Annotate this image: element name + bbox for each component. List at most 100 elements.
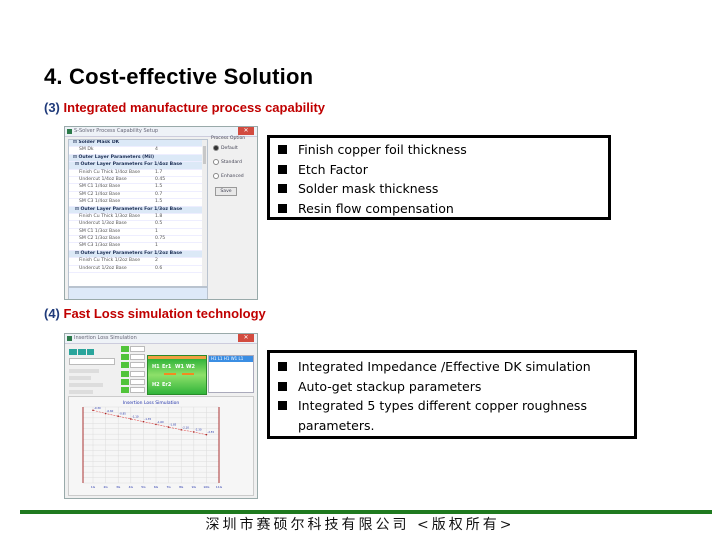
grid-value[interactable]: 0.6 xyxy=(155,266,162,272)
square-bullet-icon xyxy=(278,203,287,213)
grid-value[interactable]: 1.5 xyxy=(155,199,162,205)
option-enhanced[interactable]: Enhanced xyxy=(213,173,245,179)
grid-key: SM Dk xyxy=(79,147,94,153)
grid-key: SM C2 1/3oz Base xyxy=(79,236,121,242)
property-grid[interactable]: ⊟ Solder Mask DK SM Dk 4 ⊟ Outer Layer Para… xyxy=(68,139,208,287)
model-chip[interactable] xyxy=(69,349,77,355)
grid-row[interactable]: SM C3 1/4oz Base 1.5 xyxy=(69,199,207,207)
param-tag xyxy=(121,354,129,361)
stack-label: Er2 xyxy=(162,382,172,388)
grid-value[interactable]: 0.45 xyxy=(155,177,165,183)
grid-value[interactable]: 0.7 xyxy=(155,192,162,198)
x-tick-label: 3G xyxy=(116,485,121,489)
process-option-group: Process Option Default Standard Enhanced… xyxy=(211,136,245,196)
app-icon xyxy=(67,336,72,341)
window-title: Insertion Loss Simulation xyxy=(74,335,137,341)
option-label: Enhanced xyxy=(221,173,244,179)
loss-point-label: -2.30 xyxy=(195,427,202,431)
square-bullet-icon xyxy=(278,362,287,371)
save-button[interactable]: Save xyxy=(215,187,237,196)
grid-key: SM C3 1/4oz Base xyxy=(79,199,121,205)
param-input[interactable] xyxy=(130,370,145,377)
grid-row[interactable]: Finish Cu Thick 1/2oz Base 2 xyxy=(69,258,207,266)
square-bullet-icon xyxy=(278,401,287,410)
grid-key: SM C2 1/4oz Base xyxy=(79,191,121,197)
grid-value[interactable]: 2 xyxy=(155,258,158,264)
grid-group-row[interactable]: ⊟ Outer Layer Parameters For 1/4oz Base xyxy=(69,162,207,170)
grid-row[interactable]: SM C1 1/3oz Base 1 xyxy=(69,228,207,237)
section3-heading: (3) Integrated manufacture process capab… xyxy=(44,100,325,115)
radio-icon[interactable] xyxy=(213,159,219,165)
grid-value[interactable]: 1.5 xyxy=(155,184,162,190)
section3-title: Integrated manufacture process capabilit… xyxy=(63,100,326,115)
grid-key: Undercut 1/2oz Base xyxy=(79,265,127,271)
grid-key: ⊟ Solder Mask DK xyxy=(73,140,120,145)
grid-key: Finish Cu Thick 1/4oz Base xyxy=(79,169,141,175)
grid-value[interactable]: 0.75 xyxy=(155,236,165,242)
param-input[interactable] xyxy=(130,386,145,393)
stack-label: Er1 xyxy=(162,364,172,370)
grid-value[interactable]: 1.8 xyxy=(155,214,162,220)
param-input[interactable] xyxy=(130,378,145,385)
close-icon[interactable]: ✕ xyxy=(238,334,254,342)
section4-bullet-box: Integrated Impedance /Effective DK simul… xyxy=(267,350,637,439)
option-default[interactable]: Default xyxy=(213,145,245,151)
grid-group-row[interactable]: ⊟ Outer Layer Parameters For 1/3oz Base xyxy=(69,206,207,214)
result-item[interactable]: H1 L1 H1 W1 L1 xyxy=(209,356,253,362)
scroll-thumb[interactable] xyxy=(203,146,206,164)
grid-row[interactable]: SM C1 1/4oz Base 1.5 xyxy=(69,184,207,192)
loss-series-line xyxy=(92,409,207,435)
square-bullet-icon xyxy=(278,381,287,391)
radio-icon[interactable] xyxy=(213,173,219,179)
loss-point-label: -1.10 xyxy=(132,414,139,418)
param-input[interactable] xyxy=(130,346,145,352)
model-chip[interactable] xyxy=(86,349,95,355)
param-input[interactable] xyxy=(130,354,145,361)
process-capability-screenshot: S-Solver Process Capability Setup ✕ ⊟ So… xyxy=(64,126,258,300)
x-tick-label: 5G xyxy=(141,485,146,489)
grid-row[interactable]: SM Dk 4 xyxy=(69,147,207,155)
process-option-label: Process Option xyxy=(211,136,246,141)
option-row[interactable] xyxy=(69,383,103,387)
section3-bullet-box: Finish copper foil thickness Etch Factor… xyxy=(267,135,611,220)
grid-row[interactable]: Undercut 1/3oz Base 0.5 xyxy=(69,221,207,229)
option-row[interactable] xyxy=(69,376,91,380)
loss-point-label: -1.85 xyxy=(170,423,177,427)
option-standard[interactable]: Standard xyxy=(213,159,245,165)
grid-key: Undercut 1/3oz Base xyxy=(79,221,127,227)
grid-key: ⊟ Outer Layer Parameters For 1/2oz Base xyxy=(75,250,183,256)
grid-value[interactable]: 4 xyxy=(155,147,158,153)
radio-icon[interactable] xyxy=(213,145,219,151)
option-row[interactable] xyxy=(69,369,99,373)
grid-row[interactable]: SM C3 1/3oz Base 1 xyxy=(69,243,207,251)
grid-row[interactable]: Finish Cu Thick 1/4oz Base 1.7 xyxy=(69,170,207,177)
grid-value[interactable]: 1.7 xyxy=(155,170,162,176)
window-title: S-Solver Process Capability Setup xyxy=(74,128,159,134)
grid-value[interactable]: 1 xyxy=(155,229,158,235)
stack-label: W2 xyxy=(186,364,195,370)
grid-row[interactable]: Undercut 1/2oz Base 0.6 xyxy=(69,265,207,274)
param-tag xyxy=(121,362,129,369)
loss-point-label: -1.35 xyxy=(144,417,151,421)
grid-key: SM C1 1/3oz Base xyxy=(79,228,121,234)
grid-key: Finish Cu Thick 1/2oz Base xyxy=(79,258,141,264)
x-tick-label: 7G xyxy=(166,485,171,489)
grid-value[interactable]: 0.5 xyxy=(155,221,162,227)
trace-shape xyxy=(164,373,176,375)
model-chip[interactable] xyxy=(77,349,86,355)
x-tick-label: 9G xyxy=(192,485,197,489)
grid-scrollbar[interactable] xyxy=(202,140,207,286)
option-row[interactable] xyxy=(69,390,93,394)
param-input[interactable] xyxy=(130,362,145,369)
unit-select[interactable] xyxy=(69,358,115,365)
x-tick-label: 6G xyxy=(154,485,159,489)
bullet-text: Integrated 5 types different copper roug… xyxy=(298,398,587,433)
grid-value[interactable]: 1 xyxy=(155,243,158,249)
section4-number: (4) xyxy=(44,306,60,321)
bullet-text: Etch Factor xyxy=(298,161,368,177)
x-tick-label: 2G xyxy=(103,485,108,489)
grid-key: SM C3 1/3oz Base xyxy=(79,243,121,249)
close-icon[interactable]: ✕ xyxy=(238,127,254,135)
bullet-text: Finish copper foil thickness xyxy=(298,142,467,157)
result-list[interactable]: H1 L1 H1 W1 L1 xyxy=(208,355,254,393)
